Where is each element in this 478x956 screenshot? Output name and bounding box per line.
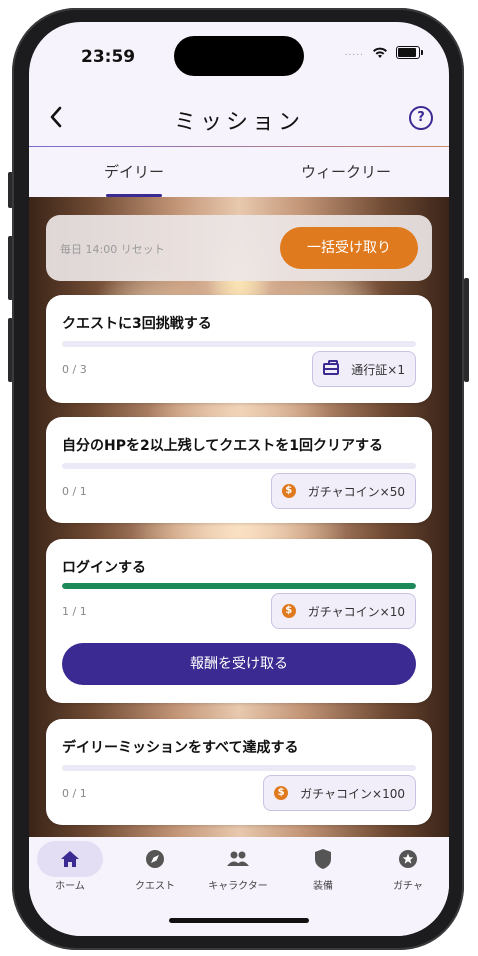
help-button[interactable]: ?: [409, 106, 433, 130]
mission-title: 自分のHPを2以上残してクエストを1回クリアする: [62, 438, 384, 454]
nav-label: ホーム: [55, 881, 85, 892]
mission-card: 自分のHPを2以上残してクエストを1回クリアする 0 / 1 $ ガチャコイン×…: [46, 417, 432, 523]
reset-time-text: 毎日 14:00 リセット: [60, 243, 165, 256]
header: ミッション ?: [29, 96, 449, 148]
home-icon: [61, 851, 79, 867]
progress-text: 0 / 3: [62, 363, 87, 376]
status-icons: .....: [345, 46, 423, 59]
tab-bar: デイリー ウィークリー: [29, 147, 449, 197]
progress-bar: [62, 463, 416, 469]
mission-card: デイリーミッションをすべて達成する 0 / 1 $ ガチャコイン×100: [46, 719, 432, 825]
battery-icon: [396, 46, 420, 59]
coin-icon: $: [281, 604, 296, 618]
reward-label: ガチャコイン×100: [300, 786, 405, 801]
reward-chip: $ ガチャコイン×10: [270, 593, 416, 629]
progress-bar: [62, 583, 416, 589]
signal-icon: .....: [344, 47, 364, 58]
progress-bar: [62, 341, 416, 347]
dynamic-island: [174, 36, 304, 76]
people-icon: [227, 851, 249, 866]
wifi-icon: [373, 47, 387, 58]
screen: 23:59 ..... ミッション ? デイリー ウィークリー 毎日 14:00…: [29, 22, 449, 936]
nav-label: クエスト: [135, 881, 175, 892]
compass-icon: [146, 850, 164, 868]
ticket-icon: [323, 360, 340, 375]
mission-title: クエストに3回挑戦する: [62, 316, 212, 332]
claim-reward-button[interactable]: 報酬を受け取る: [62, 643, 416, 685]
reward-chip: 通行証×1: [312, 351, 416, 387]
mission-card: クエストに3回挑戦する 0 / 3 通行証×1: [46, 295, 432, 403]
nav-label: キャラクター: [208, 881, 268, 892]
reward-label: 通行証×1: [351, 362, 405, 377]
mission-title: デイリーミッションをすべて達成する: [62, 740, 299, 756]
claim-all-button[interactable]: 一括受け取り: [280, 227, 418, 269]
tab-weekly[interactable]: ウィークリー: [291, 161, 401, 182]
nav-home[interactable]: ホーム: [35, 845, 105, 892]
progress-text: 0 / 1: [62, 485, 87, 498]
home-indicator: [169, 918, 309, 923]
reward-chip: $ ガチャコイン×100: [263, 775, 416, 811]
battery-cap: [421, 50, 423, 55]
coin-icon: $: [274, 786, 289, 800]
reward-label: ガチャコイン×50: [307, 484, 405, 499]
tab-daily[interactable]: デイリー: [96, 161, 172, 182]
nav-equipment[interactable]: 装備: [288, 845, 358, 892]
reward-chip: $ ガチャコイン×50: [270, 473, 416, 509]
nav-label: ガチャ: [393, 881, 423, 892]
power-button: [464, 278, 469, 382]
page-title: ミッション: [173, 110, 304, 135]
mission-card: ログインする 1 / 1 $ ガチャコイン×10 報酬を受け取る: [46, 539, 432, 703]
nav-label: 装備: [313, 881, 333, 892]
stage: 23:59 ..... ミッション ? デイリー ウィークリー 毎日 14:00…: [0, 0, 478, 956]
mission-title: ログインする: [62, 560, 146, 576]
reward-label: ガチャコイン×10: [307, 604, 405, 619]
nav-character[interactable]: キャラクター: [203, 845, 273, 892]
star-badge-icon: [399, 850, 417, 868]
progress-fill: [62, 583, 416, 589]
nav-quest[interactable]: クエスト: [120, 845, 190, 892]
progress-text: 0 / 1: [62, 787, 87, 800]
progress-text: 1 / 1: [62, 605, 87, 618]
reset-banner: 毎日 14:00 リセット 一括受け取り: [46, 215, 432, 281]
status-time: 23:59: [81, 47, 136, 67]
mission-list[interactable]: 毎日 14:00 リセット 一括受け取り クエストに3回挑戦する 0 / 3 通…: [29, 197, 449, 837]
coin-icon: $: [281, 484, 296, 498]
progress-bar: [62, 765, 416, 771]
nav-gacha[interactable]: ガチャ: [373, 845, 443, 892]
shield-icon: [315, 849, 331, 869]
